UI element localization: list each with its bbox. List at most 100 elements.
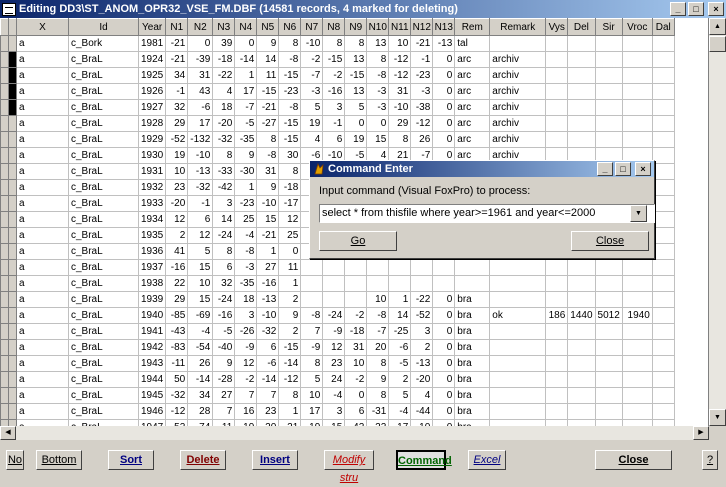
delete-mark[interactable] <box>8 51 17 68</box>
table-cell[interactable]: ok <box>489 307 547 324</box>
scroll-thumb[interactable] <box>709 36 726 52</box>
row-selector[interactable] <box>0 211 9 228</box>
table-cell[interactable]: 1927 <box>137 99 167 116</box>
table-cell[interactable]: 9 <box>256 35 280 52</box>
table-row[interactable]: a c_BraL 1940 -85 -69 -16 3 -10 9 -8 -24 -2 -8 14 -52 0… <box>0 307 675 324</box>
row-selector[interactable] <box>0 227 9 244</box>
table-cell[interactable] <box>651 275 675 292</box>
column-header[interactable]: Rem <box>454 18 491 36</box>
table-cell[interactable]: -3 <box>300 83 324 100</box>
table-cell[interactable] <box>567 83 596 100</box>
table-cell[interactable]: a <box>16 355 69 372</box>
table-cell[interactable] <box>567 387 596 404</box>
table-cell[interactable]: 1934 <box>137 211 167 228</box>
table-cell[interactable]: 8 <box>212 147 236 164</box>
table-cell[interactable] <box>651 403 675 420</box>
table-cell[interactable] <box>545 67 569 84</box>
table-cell[interactable]: archiv <box>489 115 547 132</box>
table-cell[interactable] <box>545 339 569 356</box>
table-cell[interactable]: 1935 <box>137 227 167 244</box>
table-cell[interactable]: bra <box>454 291 491 308</box>
table-cell[interactable]: 0 <box>432 291 456 308</box>
table-cell[interactable] <box>344 259 368 276</box>
table-cell[interactable]: 7 <box>234 387 258 404</box>
row-selector[interactable] <box>0 163 9 180</box>
table-cell[interactable]: 1930 <box>137 147 167 164</box>
table-cell[interactable]: 6 <box>256 339 280 356</box>
table-cell[interactable]: -14 <box>278 355 302 372</box>
table-cell[interactable]: -3 <box>410 83 434 100</box>
table-cell[interactable]: 1933 <box>137 195 167 212</box>
table-cell[interactable] <box>651 323 675 340</box>
table-cell[interactable]: 17 <box>234 83 258 100</box>
table-cell[interactable]: 31 <box>187 67 214 84</box>
table-cell[interactable] <box>344 275 368 292</box>
table-cell[interactable]: c_BraL <box>68 163 139 180</box>
table-cell[interactable]: a <box>16 195 69 212</box>
table-cell[interactable]: -8 <box>234 243 258 260</box>
table-cell[interactable]: 0 <box>432 387 456 404</box>
table-cell[interactable] <box>621 403 653 420</box>
table-cell[interactable]: c_BraL <box>68 179 139 196</box>
table-cell[interactable]: -32 <box>212 131 236 148</box>
vertical-scrollbar[interactable]: ▲ ▼ <box>709 18 726 426</box>
table-cell[interactable]: c_BraL <box>68 227 139 244</box>
table-cell[interactable]: -24 <box>322 307 346 324</box>
table-cell[interactable] <box>489 259 547 276</box>
table-cell[interactable]: -21 <box>256 99 280 116</box>
table-cell[interactable]: -9 <box>322 323 346 340</box>
table-cell[interactable]: -18 <box>278 179 302 196</box>
table-cell[interactable]: -12 <box>278 371 302 388</box>
table-cell[interactable]: 8 <box>366 51 390 68</box>
table-cell[interactable]: 19 <box>165 147 189 164</box>
table-cell[interactable] <box>300 291 324 308</box>
table-cell[interactable]: 12 <box>187 227 214 244</box>
table-cell[interactable] <box>621 259 653 276</box>
row-selector[interactable] <box>0 51 9 68</box>
table-cell[interactable]: -4 <box>234 227 258 244</box>
table-cell[interactable]: 1944 <box>137 371 167 388</box>
table-cell[interactable]: 5012 <box>594 307 623 324</box>
row-selector[interactable] <box>0 99 9 116</box>
table-cell[interactable]: -13 <box>187 163 214 180</box>
table-cell[interactable]: bra <box>454 403 491 420</box>
table-cell[interactable]: -6 <box>388 339 412 356</box>
table-cell[interactable]: arc <box>454 83 491 100</box>
table-cell[interactable]: -21 <box>256 227 280 244</box>
table-cell[interactable] <box>594 387 623 404</box>
table-cell[interactable]: -27 <box>256 115 280 132</box>
table-cell[interactable] <box>621 83 653 100</box>
table-row[interactable]: a c_BraL 1928 29 17 -20 -5 -27 -15 19 -1 0 0 29 -12 0 ar… <box>0 115 675 132</box>
table-cell[interactable]: 1940 <box>137 307 167 324</box>
table-cell[interactable] <box>545 115 569 132</box>
table-cell[interactable]: 3 <box>322 99 346 116</box>
table-cell[interactable] <box>594 355 623 372</box>
table-cell[interactable]: c_BraL <box>68 243 139 260</box>
table-cell[interactable]: a <box>16 323 69 340</box>
column-header[interactable]: N8 <box>322 18 346 36</box>
table-cell[interactable]: -8 <box>278 51 302 68</box>
table-cell[interactable]: 27 <box>256 259 280 276</box>
bottom-button[interactable]: Bottom <box>36 450 82 470</box>
table-cell[interactable]: 1928 <box>137 115 167 132</box>
table-cell[interactable]: 0 <box>432 371 456 388</box>
table-cell[interactable] <box>545 259 569 276</box>
delete-mark[interactable] <box>8 115 17 132</box>
table-cell[interactable] <box>651 371 675 388</box>
table-cell[interactable] <box>489 35 547 52</box>
table-cell[interactable] <box>489 339 547 356</box>
table-cell[interactable]: 10 <box>165 163 189 180</box>
column-header[interactable]: N3 <box>212 18 236 36</box>
table-cell[interactable]: -10 <box>388 99 412 116</box>
table-cell[interactable]: -44 <box>410 403 434 420</box>
table-cell[interactable]: 1940 <box>621 307 653 324</box>
table-cell[interactable]: 32 <box>165 99 189 116</box>
table-cell[interactable] <box>545 371 569 388</box>
table-cell[interactable]: -12 <box>410 115 434 132</box>
table-cell[interactable]: 23 <box>165 179 189 196</box>
table-cell[interactable]: 1981 <box>137 35 167 52</box>
table-cell[interactable]: -52 <box>410 307 434 324</box>
row-selector[interactable] <box>0 339 9 356</box>
table-cell[interactable]: -3 <box>366 99 390 116</box>
table-cell[interactable]: 1 <box>256 243 280 260</box>
